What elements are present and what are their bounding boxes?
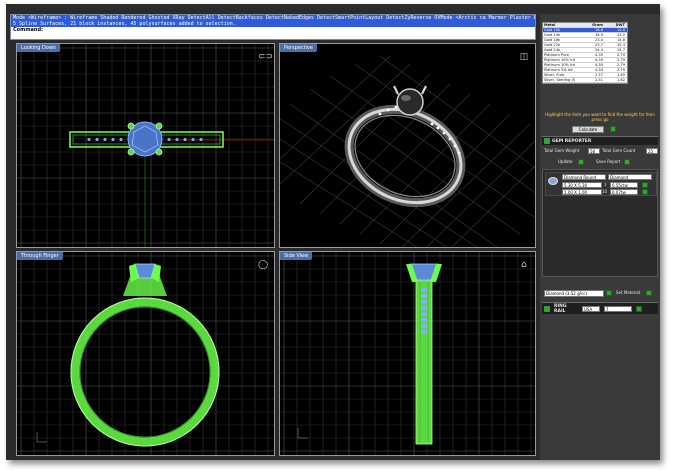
calculate-go-button[interactable]	[610, 126, 616, 132]
save-report-button[interactable]	[624, 159, 630, 165]
command-prompt[interactable]: Command:	[11, 27, 535, 34]
set-material-button[interactable]	[646, 290, 652, 296]
table-cell: 2.79	[616, 53, 625, 57]
set-material-label: Set Material	[616, 290, 641, 295]
gem-size-field[interactable]: 1.00 X 1.00	[562, 189, 602, 195]
diamond-icon	[548, 177, 558, 185]
table-cell: 12.0	[616, 28, 625, 32]
gem-reporter-header[interactable]: GEM REPORTER	[542, 136, 658, 145]
total-gem-weight-field[interactable]: 58	[588, 148, 600, 154]
gem-reporter-icon	[544, 138, 550, 144]
table-cell: 2.79	[616, 58, 625, 62]
ring-orientation-icon: ⊂⊃	[258, 52, 274, 62]
save-report-label: Save Report	[596, 159, 621, 164]
table-cell: Platinum 5% Ird	[544, 68, 573, 72]
viewport-looking-down[interactable]: Looking Down ⊂⊃	[16, 43, 275, 248]
gem-qty: 1	[604, 182, 607, 187]
table-cell: Platinum 10% Ird	[544, 58, 575, 62]
table-cell: 18.9	[594, 33, 603, 37]
table-cell: 14.8	[616, 38, 625, 42]
table-cell: Silver, Sterling (0	[544, 78, 576, 82]
table-cell: Platinum 10% Ird	[544, 63, 575, 67]
viewport-side-view[interactable]: Side View ⌂	[279, 251, 536, 456]
viewport-perspective[interactable]: Perspective ◫	[279, 43, 536, 248]
viewport-title[interactable]: Side View	[280, 252, 313, 260]
viewport-title[interactable]: Through Finger	[17, 252, 63, 260]
ring-rail-title: RING RAIL	[554, 304, 567, 314]
gem-qty: 10	[602, 189, 608, 194]
table-cell: 15.3	[616, 43, 625, 47]
gem-reporter-title: GEM REPORTER	[552, 139, 592, 144]
table-cell: 4.35	[594, 58, 603, 62]
ring-side-view	[297, 263, 442, 445]
gem-weight-field[interactable]: 0.55ctw	[610, 182, 638, 188]
table-rows: Gold 10k 18.6 12.0 Gold 14k 18.9 12.2 Gold 18k…	[543, 28, 627, 83]
table-cell: Gold 10k	[544, 28, 561, 32]
total-gem-count-field[interactable]: 25	[646, 148, 658, 154]
metal-weight-table[interactable]: Metal Gram DWT Gold 10k 18.6 12.0 Gold 14k 1…	[542, 22, 628, 84]
gem-type-field[interactable]: Diamond	[608, 174, 652, 180]
ring-orientation-icon: ◫	[519, 52, 529, 62]
gem-size-field[interactable]: 5.30 X 5.30	[562, 182, 602, 188]
gem-list[interactable]: Diamond Round Diamond 5.30 X 5.30 1 0.55…	[542, 169, 658, 277]
table-row[interactable]: Silver, Sterling (0 2.51 1.62	[543, 78, 627, 83]
ring-rail-icon	[544, 306, 550, 312]
table-cell: Gold 24k	[544, 48, 561, 52]
table-cell: 24.4	[594, 48, 603, 52]
material-select[interactable]: Diamond (3.52 g/cc)	[544, 290, 604, 297]
viewport-title[interactable]: Perspective	[280, 44, 317, 52]
table-cell: 4.35	[594, 53, 603, 57]
ring-size-button[interactable]	[636, 306, 642, 312]
table-cell: Gold 18k	[544, 38, 561, 42]
perspective-grid	[280, 55, 535, 247]
table-cell: Gold 22k	[544, 43, 561, 47]
list-item[interactable]: Diamond Round Diamond 5.30 X 5.30 1 0.55…	[545, 172, 657, 196]
viewport-through-finger[interactable]: Through Finger ◯	[16, 251, 275, 456]
column-header-dwt: DWT	[615, 23, 625, 27]
table-cell: 1.65	[616, 73, 625, 77]
gem-shape-field[interactable]: Diamond Round	[562, 174, 606, 180]
ring-rail-header[interactable]: RING RAIL USA 7	[542, 302, 658, 314]
column-header-gram: Gram	[592, 23, 603, 27]
table-cell: 4.35	[594, 63, 603, 67]
table-cell: 2.51	[594, 78, 603, 82]
table-cell: 1.62	[616, 78, 625, 82]
table-cell: 18.6	[594, 28, 603, 32]
table-cell: 23.7	[594, 43, 603, 47]
table-cell: 2.79	[616, 68, 625, 72]
table-cell: 2.57	[594, 73, 603, 77]
ring-orientation-icon: ⌂	[521, 260, 527, 270]
total-gem-count-label: Total Gem Count	[602, 148, 636, 153]
table-cell: Silver, Pure	[544, 73, 565, 77]
command-area[interactable]: Mode <Wireframe> : Wireframe Shaded Rend…	[10, 14, 536, 40]
ring-region-select[interactable]: USA	[582, 306, 600, 312]
gem-row-button[interactable]	[642, 189, 648, 195]
ring-top-view	[69, 121, 274, 247]
update-button[interactable]	[578, 159, 584, 165]
right-panel: Metal Gram DWT Gold 10k 18.6 12.0 Gold 14k 1…	[540, 14, 660, 460]
ring-front-view	[36, 263, 220, 447]
viewport-title[interactable]: Looking Down	[17, 44, 61, 52]
gem-weight-field[interactable]: 0.07tw	[610, 189, 638, 195]
table-cell: 12.2	[616, 33, 625, 37]
total-gem-weight-label: Total Gem Weight	[544, 148, 580, 153]
table-cell: 2.79	[616, 63, 625, 67]
table-cell: Gold 14k	[544, 33, 561, 37]
table-cell: 23.0	[594, 38, 603, 42]
material-dropdown-button[interactable]	[606, 290, 612, 296]
gem-row-button[interactable]	[642, 182, 648, 188]
update-label: Update	[558, 159, 573, 164]
table-cell: 4.34	[594, 68, 603, 72]
instruction-text: Highlight the item you want to find the …	[545, 112, 655, 122]
calculate-button[interactable]: Calculate	[572, 126, 604, 133]
ring-size-select[interactable]: 7	[604, 306, 632, 312]
ring-orientation-icon: ◯	[258, 260, 269, 270]
column-header-metal: Metal	[544, 23, 556, 27]
table-cell: Platinum Pure	[544, 53, 569, 57]
table-cell: 15.7	[616, 48, 625, 52]
